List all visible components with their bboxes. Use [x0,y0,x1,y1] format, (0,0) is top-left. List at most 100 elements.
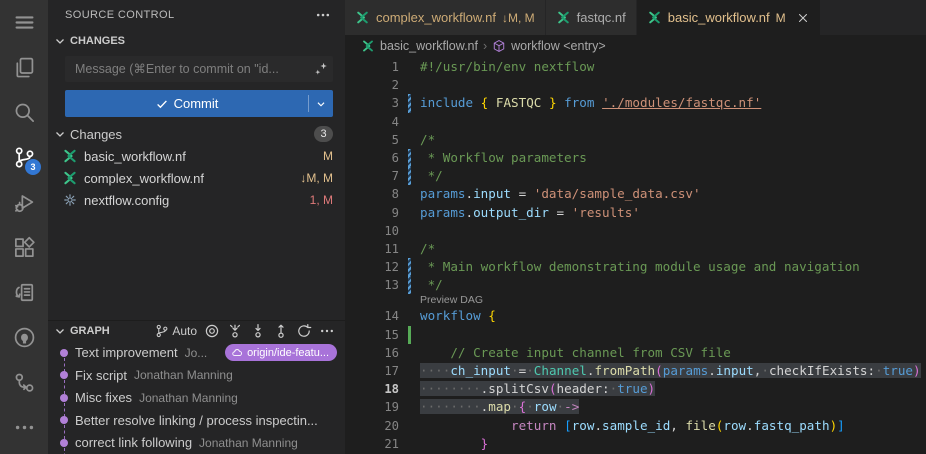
close-icon[interactable] [796,11,810,25]
code-text: params.output_dir = 'results' [411,204,640,222]
refresh-button[interactable] [296,323,312,339]
commit-dropdown-button[interactable] [309,90,333,117]
graph-commit-row[interactable]: Better resolve linking / process inspect… [48,409,345,432]
push-button[interactable] [273,323,289,339]
code-token [473,95,481,110]
code-line[interactable]: 12 * Main workflow demonstrating module … [345,258,926,276]
tab-fastqc-nf[interactable]: fastqc.nf [546,0,637,35]
changes-tree: Changes 3 basic_workflow.nfMcomplex_work… [48,123,345,211]
code-line[interactable]: 13 */ [345,276,926,294]
code-editor[interactable]: 1#!/usr/bin/env nextflow23include { FAST… [345,57,926,454]
code-token: ) [648,381,656,396]
changes-section-header[interactable]: CHANGES [48,30,345,52]
code-line[interactable]: 2 [345,76,926,94]
extensions-icon[interactable] [0,225,48,270]
code-token: · [511,399,519,414]
explorer-icon[interactable] [0,45,48,90]
target-button[interactable] [204,323,220,339]
code-line[interactable]: 19········.map·{·row·-> [345,398,926,416]
chevron-down-icon [52,323,68,339]
commit-message: Misc fixes [75,390,132,405]
remote-branch-badge[interactable]: origin/ide-featu... [225,344,337,361]
code-token: fromPath [594,363,655,378]
code-token: input [716,363,754,378]
commit-message: Text improvement [75,345,178,360]
line-number: 18 [345,380,399,398]
sparkle-icon[interactable] [313,61,329,77]
line-number: 9 [345,204,399,222]
code-line[interactable]: 7 */ [345,167,926,185]
run-debug-icon[interactable] [0,180,48,225]
code-line[interactable]: 6 * Workflow parameters [345,149,926,167]
graph-commit-row[interactable]: Fix scriptJonathan Manning [48,364,345,387]
code-line[interactable]: 5/* [345,131,926,149]
code-token: ch_input [450,363,511,378]
code-line[interactable]: 21 } [345,435,926,453]
code-token: * Main workflow demonstrating module usa… [420,259,860,274]
graph-section-header[interactable]: GRAPH Auto [48,320,345,342]
repo-auto-picker[interactable]: Auto [155,324,197,338]
tab-complex_workflow-nf[interactable]: complex_workflow.nf↓M, M [345,0,546,35]
code-line[interactable]: 1#!/usr/bin/env nextflow [345,58,926,76]
file-row[interactable]: basic_workflow.nfM [48,145,345,167]
breadcrumb-file[interactable]: basic_workflow.nf [380,39,478,53]
code-token [488,95,496,110]
code-line[interactable]: 11/* [345,240,926,258]
tab-label: complex_workflow.nf [376,10,496,25]
graph-commit-row[interactable]: Misc fixesJonathan Manning [48,387,345,410]
file-name: basic_workflow.nf [84,149,317,164]
code-token: true [883,363,913,378]
changes-tree-header[interactable]: Changes 3 [48,123,345,145]
graph-commit-row[interactable]: Text improvementJo...origin/ide-featu... [48,342,345,365]
code-line[interactable]: 3include { FASTQC } from './modules/fast… [345,94,926,112]
file-row[interactable]: nextflow.config1, M [48,189,345,211]
code-line[interactable]: 4 [345,113,926,131]
commit-button[interactable]: Commit [65,90,333,117]
code-token: 'results' [572,205,640,220]
code-line[interactable]: 15 [345,326,926,344]
code-text: ········.map·{·row·-> [411,398,579,416]
code-line[interactable]: 10 [345,222,926,240]
codelens-preview-dag[interactable]: Preview DAG [345,294,926,307]
search-icon[interactable] [0,90,48,135]
code-token: Channel [534,363,587,378]
file-row[interactable]: complex_workflow.nf↓M, M [48,167,345,189]
code-token: · [557,399,565,414]
references-icon[interactable] [0,270,48,315]
more-actions-icon[interactable] [315,7,331,23]
line-number: 13 [345,276,399,294]
commit-message: Fix script [75,368,127,383]
code-line[interactable]: 18········.splitCsv(header:·true) [345,380,926,398]
code-line[interactable]: 14workflow { [345,307,926,325]
code-token: from [564,95,594,110]
graph-commit-row[interactable]: correct link followingJonathan Manning [48,432,345,454]
commit-message-input[interactable] [73,61,313,77]
code-line[interactable]: 9 params.output_dir = 'results' [345,204,926,222]
code-line[interactable]: 8params.input = 'data/sample_data.csv' [345,185,926,203]
check-icon [155,97,169,111]
code-line[interactable]: 16 // Create input channel from CSV file [345,344,926,362]
line-number: 3 [345,94,399,112]
source-control-icon[interactable]: 3 [0,135,48,180]
code-token: row [723,418,746,433]
line-number: 5 [345,131,399,149]
code-token: * Workflow parameters [420,150,587,165]
commit-button-label: Commit [174,96,219,111]
code-token: include [420,95,473,110]
nextflow-icon [62,170,78,186]
vscode-window: 3 SOURCE CONTROL CHANGES Commit [0,0,926,454]
git-graph-icon[interactable] [0,360,48,405]
code-token [557,95,565,110]
chevron-down-icon [52,33,68,49]
tab-basic_workflow-nf[interactable]: basic_workflow.nfM [637,0,821,35]
breadcrumb-symbol[interactable]: workflow <entry> [511,39,605,53]
github-icon[interactable] [0,315,48,360]
more-views-icon[interactable] [0,405,48,450]
code-line[interactable]: 20 return [row.sample_id, file(row.fastq… [345,417,926,435]
pull-button[interactable] [250,323,266,339]
menu-button[interactable] [0,0,48,45]
graph-more-button[interactable] [319,323,335,339]
code-line[interactable]: 17····ch_input·=·Channel.fromPath(params… [345,362,926,380]
commit-button-main[interactable]: Commit [65,90,308,117]
fetch-button[interactable] [227,323,243,339]
